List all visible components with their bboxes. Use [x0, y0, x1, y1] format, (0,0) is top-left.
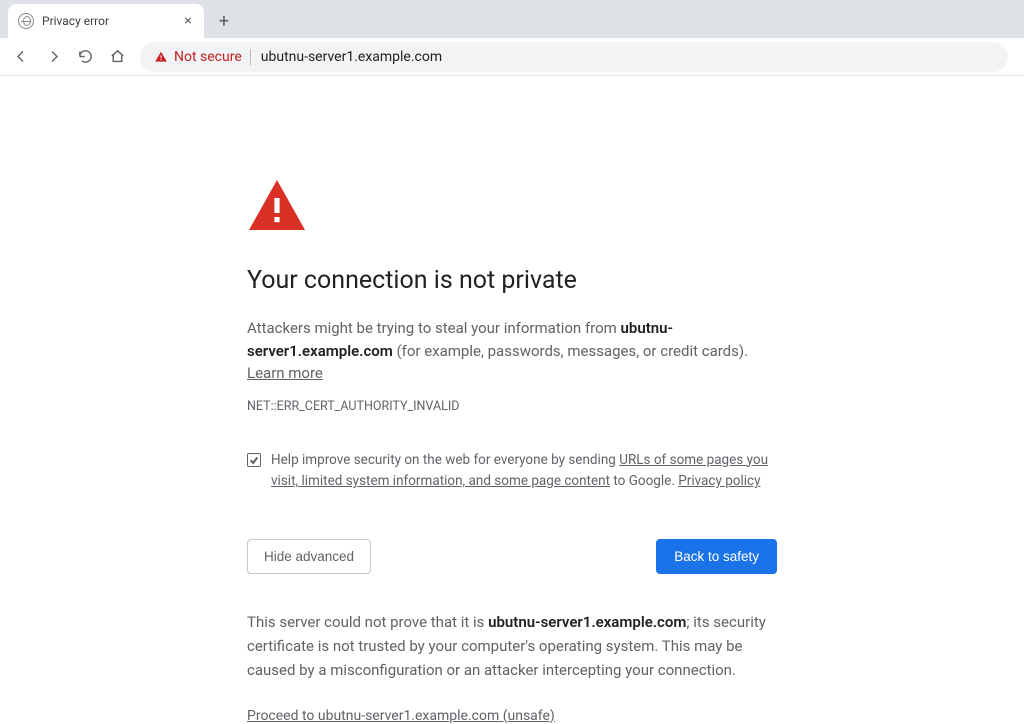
- nav-back-button[interactable]: [6, 42, 36, 72]
- optin-text-mid: to Google.: [610, 473, 678, 489]
- warning-triangle-icon: [154, 50, 168, 64]
- warning-body-prefix: Attackers might be trying to steal your …: [247, 319, 621, 337]
- warning-heading: Your connection is not private: [247, 266, 777, 295]
- browser-tab[interactable]: Privacy error ×: [8, 4, 204, 38]
- optin-text-prefix: Help improve security on the web for eve…: [271, 452, 619, 468]
- tab-strip: Privacy error × +: [0, 0, 1024, 38]
- nav-forward-button[interactable]: [38, 42, 68, 72]
- error-code: NET::ERR_CERT_AUTHORITY_INVALID: [247, 399, 777, 414]
- optin-row: Help improve security on the web for eve…: [247, 450, 777, 493]
- button-row: Hide advanced Back to safety: [247, 539, 777, 574]
- hide-advanced-button[interactable]: Hide advanced: [247, 539, 371, 574]
- nav-home-button[interactable]: [102, 42, 132, 72]
- back-to-safety-button[interactable]: Back to safety: [656, 539, 777, 574]
- close-tab-icon[interactable]: ×: [180, 13, 196, 29]
- optin-text: Help improve security on the web for eve…: [271, 450, 777, 493]
- warning-body: Attackers might be trying to steal your …: [247, 317, 777, 385]
- page-content: Your connection is not private Attackers…: [0, 76, 1024, 724]
- warning-triangle-large-icon: [247, 178, 777, 232]
- new-tab-button[interactable]: +: [210, 7, 238, 35]
- advanced-prefix: This server could not prove that it is: [247, 613, 488, 631]
- address-bar[interactable]: Not secure ubutnu-server1.example.com: [140, 42, 1008, 72]
- learn-more-link[interactable]: Learn more: [247, 364, 323, 382]
- globe-icon: [18, 13, 34, 29]
- not-secure-label: Not secure: [174, 49, 242, 65]
- proceed-unsafe-link[interactable]: Proceed to ubutnu-server1.example.com (u…: [247, 708, 555, 724]
- omnibox-url: ubutnu-server1.example.com: [261, 49, 442, 65]
- tab-title: Privacy error: [42, 14, 180, 28]
- optin-link-privacy[interactable]: Privacy policy: [678, 473, 760, 489]
- omnibox-divider: [250, 49, 251, 65]
- warning-body-suffix: (for example, passwords, messages, or cr…: [393, 342, 748, 360]
- ssl-warning-panel: Your connection is not private Attackers…: [247, 178, 777, 724]
- advanced-host: ubutnu-server1.example.com: [488, 613, 686, 631]
- optin-checkbox[interactable]: [247, 453, 261, 467]
- nav-reload-button[interactable]: [70, 42, 100, 72]
- browser-toolbar: Not secure ubutnu-server1.example.com: [0, 38, 1024, 76]
